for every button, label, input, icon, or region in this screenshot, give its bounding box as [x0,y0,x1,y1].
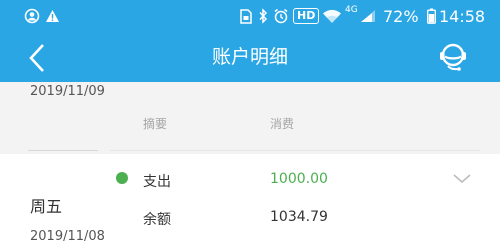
bluetooth-icon [258,0,268,32]
previous-entry-date: 2019/11/09 [30,84,105,99]
battery-icon [427,0,436,32]
signal-icon [360,0,376,32]
battery-percent: 72% [383,6,419,26]
clock-time: 14:58 [439,6,486,26]
chevron-down-icon [453,174,471,184]
alarm-clock-icon [273,0,289,32]
warning-icon [45,0,60,32]
status-bar: HD 4G 72% 14:58 [0,0,500,32]
nav-bar: 账户明细 [0,32,500,82]
user-circle-icon [24,0,40,32]
expand-button[interactable] [452,170,472,189]
hd-badge: HD [293,0,320,32]
wifi-icon [322,0,342,32]
entry-date: 2019/11/08 [30,229,105,244]
previous-entry-label: 摘要 [143,117,168,131]
network-label: 4G [345,5,358,15]
divider [28,150,98,151]
customer-service-icon [440,43,466,71]
hd-label: HD [293,8,320,24]
entry-amount: 1000.00 [270,171,328,187]
balance-value: 1034.79 [270,209,328,225]
entry-weekday: 周五 [30,197,63,216]
status-indicator [116,172,128,184]
entry-type-label: 支出 [143,174,171,190]
divider [110,150,480,151]
previous-entry-value: 消费 [270,117,295,131]
sim-card-icon [240,0,252,32]
customer-service-button[interactable] [436,40,470,78]
page-title: 账户明细 [211,46,288,68]
balance-label: 余额 [143,212,171,228]
